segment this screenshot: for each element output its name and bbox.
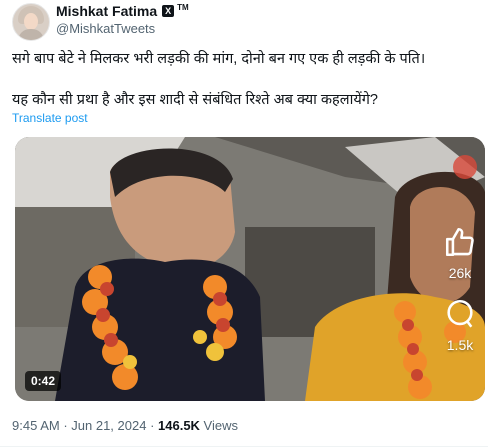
trademark-label: TM (177, 3, 189, 12)
comment-bubble-icon[interactable] (443, 297, 477, 331)
video-player[interactable]: 0:42 26k 1.5k (15, 137, 485, 401)
video-frame (15, 137, 485, 401)
author-row: Mishkat Fatima X TM (56, 3, 189, 19)
tweet-meta: 9:45 AM · Jun 21, 2024 · 146.5K Views (12, 418, 238, 433)
author-handle[interactable]: @MishkatTweets (56, 21, 155, 36)
views-label: Views (199, 418, 238, 433)
tweet-avatar[interactable] (12, 3, 50, 41)
likes-count: 26k (448, 265, 472, 281)
video-duration: 0:42 (25, 371, 62, 391)
meta-separator: · (146, 418, 159, 433)
tweet-date[interactable]: Jun 21, 2024 (71, 418, 146, 433)
thumbs-up-icon[interactable] (443, 225, 477, 259)
comments-count: 1.5k (446, 337, 474, 353)
tweet-time[interactable]: 9:45 AM (12, 418, 60, 433)
tweet-text-line2: यह कौन सी प्रथा है और इस शादी से संबंधित… (12, 92, 378, 108)
video-reactions: 26k 1.5k (435, 225, 485, 369)
tweet-text-line1: सगे बाप बेटे ने मिलकर भरी लड़की की मांग,… (12, 51, 426, 67)
x-badge-icon: X (162, 5, 175, 17)
divider (0, 446, 488, 447)
author-name[interactable]: Mishkat Fatima (56, 3, 157, 19)
translate-post-link[interactable]: Translate post (12, 111, 88, 125)
views-count: 146.5K (158, 418, 200, 433)
meta-separator: · (59, 418, 72, 433)
